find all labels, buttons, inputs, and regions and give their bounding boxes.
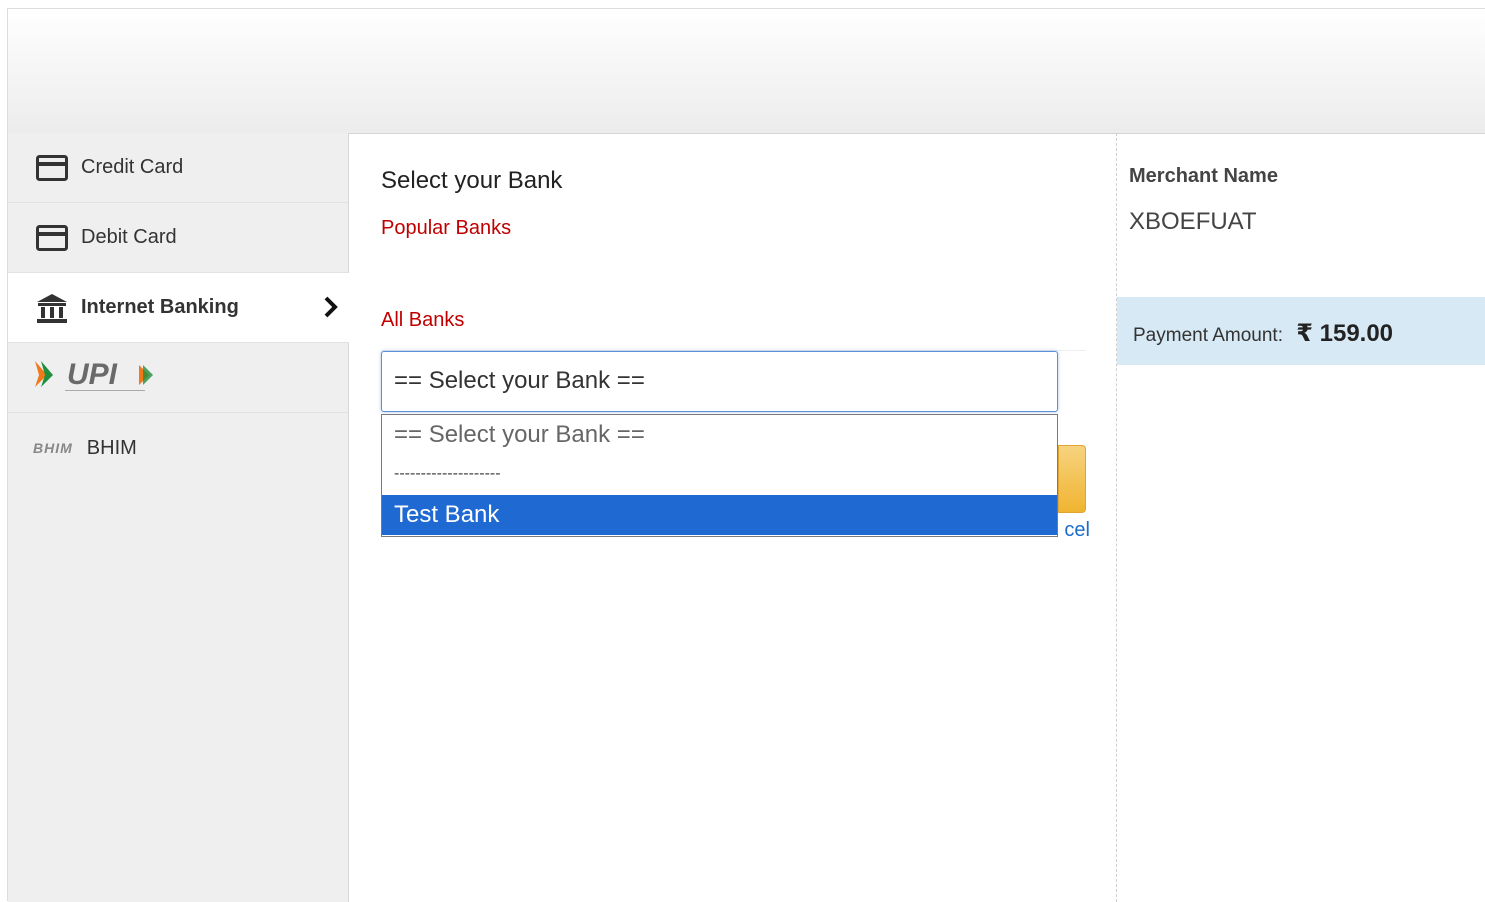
cancel-link[interactable]: cel bbox=[1060, 519, 1090, 542]
page-title: Select your Bank bbox=[381, 167, 563, 194]
svg-text:UPI: UPI bbox=[67, 358, 118, 391]
sidebar-item-internet-banking[interactable]: Internet Banking bbox=[8, 273, 349, 343]
page-header bbox=[8, 9, 1485, 134]
order-summary-panel: Merchant Name XBOEFUAT Payment Amount: ₹… bbox=[1116, 133, 1485, 902]
cancel-link-label: cel bbox=[1064, 519, 1090, 541]
debit-card-icon bbox=[36, 222, 68, 254]
payment-amount-value: ₹ 159.00 bbox=[1296, 320, 1393, 347]
sidebar-item-label: Credit Card bbox=[81, 156, 184, 178]
payment-amount-label: Payment Amount: bbox=[1133, 325, 1283, 346]
sidebar-item-upi[interactable]: UPI bbox=[8, 343, 348, 413]
bank-select[interactable]: == Select your Bank == bbox=[381, 351, 1058, 412]
all-banks-heading: All Banks bbox=[381, 309, 465, 331]
upi-logo-icon: UPI bbox=[33, 355, 163, 401]
popular-banks-heading: Popular Banks bbox=[381, 217, 512, 239]
merchant-name-value: XBOEFUAT bbox=[1129, 208, 1257, 235]
bank-selection-panel: Select your Bank Popular Banks All Banks… bbox=[349, 133, 1116, 902]
chevron-right-icon bbox=[323, 295, 339, 325]
sidebar-item-label: Debit Card bbox=[81, 226, 177, 248]
currency-symbol: ₹ bbox=[1296, 320, 1313, 347]
payment-amount-box: Payment Amount: ₹ 159.00 bbox=[1117, 297, 1485, 365]
bank-option[interactable]: == Select your Bank == bbox=[382, 415, 1057, 455]
bank-option-separator[interactable]: -------------------- bbox=[382, 455, 1057, 495]
sidebar-item-label: BHIM bbox=[86, 436, 137, 459]
amount-number: 159.00 bbox=[1319, 320, 1394, 347]
payment-method-sidebar: Credit Card Debit Card Internet Banking … bbox=[8, 133, 349, 902]
bank-option-highlighted[interactable]: Test Bank bbox=[382, 495, 1057, 535]
merchant-name-label: Merchant Name bbox=[1129, 165, 1278, 187]
sidebar-item-bhim[interactable]: BHIM BHIM bbox=[8, 413, 348, 483]
credit-card-icon bbox=[36, 152, 68, 184]
pay-button[interactable] bbox=[1058, 445, 1086, 513]
sidebar-item-label: Internet Banking bbox=[81, 296, 239, 318]
bank-icon bbox=[36, 292, 68, 324]
bhim-logo: BHIM bbox=[33, 440, 73, 456]
bank-select-dropdown: == Select your Bank == -----------------… bbox=[381, 414, 1058, 537]
sidebar-item-credit-card[interactable]: Credit Card bbox=[8, 133, 348, 203]
payment-frame: Credit Card Debit Card Internet Banking … bbox=[7, 8, 1485, 902]
sidebar-item-debit-card[interactable]: Debit Card bbox=[8, 203, 348, 273]
